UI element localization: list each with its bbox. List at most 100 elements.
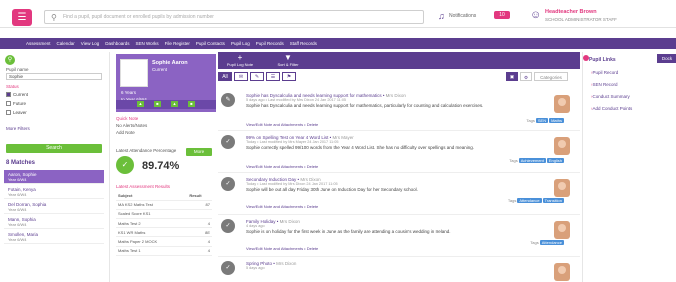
nav-item-pupil-records[interactable]: Pupil Records bbox=[256, 41, 284, 46]
search-input[interactable]: ⚲ Find a pupil, pupil document or enroll… bbox=[44, 10, 424, 24]
avatar bbox=[554, 263, 570, 281]
categories-filter[interactable]: Categories bbox=[534, 72, 568, 81]
tab-flag-icon[interactable]: ⚑ bbox=[282, 72, 296, 81]
item-body: Sophie will be out all day Friday 30th J… bbox=[246, 187, 418, 192]
notification-count-badge[interactable]: 10 bbox=[494, 11, 510, 19]
item-links[interactable]: View/Edit Note and Attachments • Delete bbox=[246, 122, 318, 127]
list-item[interactable]: ✓ Family Holiday • Mrs Dixon 4 days ago … bbox=[218, 216, 580, 257]
item-date: 4 days ago bbox=[246, 224, 265, 228]
list-item[interactable]: ✓ Secondary Induction Day • Mrs Dixon To… bbox=[218, 174, 580, 215]
quick-note-section: Quick Note No Alerts/Notes Add Note bbox=[116, 116, 147, 135]
nav-item-assessment[interactable]: Assessment bbox=[26, 41, 51, 46]
nav-item-view-log[interactable]: View Log bbox=[81, 41, 99, 46]
attendance-more-button[interactable]: More bbox=[186, 148, 212, 156]
table-row[interactable]: MA KS2 Maths Test 87 bbox=[116, 200, 212, 210]
list-item[interactable]: ✎ Sophie has Dyscalculia and needs learn… bbox=[218, 90, 580, 131]
nav-item-sen[interactable]: SEN Works bbox=[135, 41, 158, 46]
item-date: 5 days ago bbox=[246, 266, 265, 270]
grid-view-icon[interactable]: ▣ bbox=[506, 72, 518, 81]
nav-item-staff-records[interactable]: Staff Records bbox=[290, 41, 317, 46]
top-bar: ☰ ⚲ Find a pupil, pupil document or enro… bbox=[0, 0, 676, 28]
pupil-name: Sophie Aaron bbox=[152, 60, 188, 66]
item-links[interactable]: View/Edit Note and Attachments • Delete bbox=[246, 204, 318, 209]
hamburger-icon[interactable]: ☰ bbox=[12, 9, 32, 26]
link-pupil-record[interactable]: Pupil Record bbox=[591, 70, 619, 75]
item-body: Sophie is on holiday for the first week … bbox=[246, 229, 451, 234]
search-button[interactable]: Search bbox=[6, 144, 102, 153]
status-current-checkbox[interactable]: Current bbox=[6, 92, 28, 97]
pupil-search-panel: ⚲ Pupil name Sophie Status Current Futur… bbox=[0, 52, 110, 282]
item-links[interactable]: View/Edit Note and Attachments • Delete bbox=[246, 246, 318, 251]
list-item[interactable]: ✓ Spring Photo • Mrs Dixon 5 days ago bbox=[218, 258, 580, 282]
table-row[interactable]: KS1 WR Maths 8E bbox=[116, 227, 212, 238]
item-tags: Tags SEN Maths bbox=[526, 118, 564, 123]
note-type-icon: ✓ bbox=[221, 177, 235, 191]
attendance-percentage: 89.74% bbox=[142, 160, 180, 172]
match-item[interactable]: Aaron, Sophie Year 6/W4 bbox=[4, 170, 104, 184]
table-row[interactable]: Maths Test 24 bbox=[116, 218, 212, 229]
avatar bbox=[554, 95, 570, 113]
match-item[interactable]: Smollen, Maria Year 6/W4 bbox=[4, 230, 104, 244]
link-sen-record[interactable]: SEN Record bbox=[591, 82, 618, 87]
tag-badge: Achievement bbox=[518, 158, 546, 163]
pupil-links-title: Pupil Links bbox=[589, 57, 616, 63]
dock-button[interactable]: Dock bbox=[657, 54, 676, 63]
nav-item-dashboards[interactable]: Dashboards bbox=[105, 41, 129, 46]
status-future-checkbox[interactable]: Future bbox=[6, 101, 26, 106]
link-add-conduct-points[interactable]: Add Conduct Points bbox=[591, 106, 633, 111]
search-icon: ⚲ bbox=[5, 55, 15, 65]
item-date: 5 days ago • Last modified by Mrs Dixon … bbox=[246, 98, 347, 102]
assessment-col-subject: Subject bbox=[116, 191, 188, 201]
profile-actions: ▲ ■ ▲ ■ bbox=[116, 100, 216, 109]
tab-messages-icon[interactable]: ✉ bbox=[234, 72, 248, 81]
tab-list-icon[interactable]: ☰ bbox=[266, 72, 280, 81]
list-item[interactable]: ✓ 99% on Spelling Test on Year 4 Word Li… bbox=[218, 132, 580, 173]
pupil-log-feed: + Pupil Log Note ▼ Sort & Filter All ✉ ✎ ☰… bbox=[218, 52, 580, 282]
tag-badge: Attendance bbox=[517, 198, 542, 203]
pupil-photo-placeholder-icon bbox=[120, 59, 148, 87]
gear-icon[interactable]: ⚙ bbox=[520, 72, 532, 81]
main-nav: Assessment Calendar View Log Dashboards … bbox=[0, 38, 676, 49]
item-date: Today • Last modified by Mrs Mayer 24 Ja… bbox=[246, 140, 339, 144]
nav-item-calendar[interactable]: Calendar bbox=[57, 41, 75, 46]
user-name[interactable]: Headteacher Brown bbox=[545, 9, 597, 15]
tab-all[interactable]: All bbox=[218, 72, 232, 81]
filter-icon: ▼ bbox=[284, 53, 292, 62]
feed-filter-tabs: All ✉ ✎ ☰ ⚑ bbox=[218, 72, 296, 83]
user-icon[interactable]: ☺ bbox=[530, 9, 541, 21]
matches-title: 8 Matches bbox=[6, 160, 36, 166]
link-conduct-summary[interactable]: Conduct Summary bbox=[591, 94, 630, 99]
sort-filter-button[interactable]: ▼ Sort & Filter bbox=[268, 54, 308, 68]
table-row[interactable]: Maths Paper 2 MOCK 4 bbox=[116, 236, 212, 247]
profile-action-icon[interactable]: ▲ bbox=[171, 101, 178, 107]
match-item[interactable]: Fotain, Kenya Year 6/W4 bbox=[4, 185, 104, 199]
assessment-table: Subject Result MA KS2 Maths Test 87 Scaled… bbox=[116, 191, 212, 256]
nav-item-pupil-log[interactable]: Pupil Log bbox=[231, 41, 250, 46]
item-tags: Tags Attendance bbox=[530, 240, 564, 245]
add-note-link[interactable]: Add Note bbox=[116, 130, 147, 135]
profile-action-icon[interactable]: ▲ bbox=[137, 101, 144, 107]
table-row[interactable]: Maths Test 14 bbox=[116, 246, 212, 256]
match-item[interactable]: Del Dorran, Sophia Year 6/W4 bbox=[4, 200, 104, 214]
item-links[interactable]: View/Edit Note and Attachments • Delete bbox=[246, 164, 318, 169]
profile-action-icon[interactable]: ■ bbox=[188, 101, 195, 107]
match-item[interactable]: Mann, Sophia Year 6/W4 bbox=[4, 215, 104, 229]
pupil-status: Current bbox=[152, 67, 168, 72]
status-leaver-checkbox[interactable]: Leaver bbox=[6, 110, 27, 115]
profile-action-icon[interactable]: ■ bbox=[154, 101, 161, 107]
feed-toolbar: + Pupil Log Note ▼ Sort & Filter bbox=[218, 52, 580, 69]
more-filters-link[interactable]: More Filters bbox=[6, 126, 30, 131]
nav-item-pupil-contacts[interactable]: Pupil Contacts bbox=[196, 41, 225, 46]
assessment-results-title: Latest Assessment Results bbox=[116, 184, 171, 189]
tab-notes-icon[interactable]: ✎ bbox=[250, 72, 264, 81]
pupil-name-input[interactable]: Sophie bbox=[6, 73, 102, 80]
bell-icon[interactable]: ♫ bbox=[438, 11, 445, 21]
notifications-link[interactable]: Notifications bbox=[449, 13, 476, 19]
pupil-name-label: Pupil name bbox=[6, 67, 29, 72]
search-placeholder: Find a pupil, pupil document or enrolled… bbox=[63, 14, 214, 20]
attendance-label: Latest Attendance Percentage bbox=[116, 148, 177, 153]
note-type-icon: ✓ bbox=[221, 261, 235, 275]
nav-item-file-register[interactable]: File Register bbox=[165, 41, 190, 46]
table-row[interactable]: Scaled Score KS1 bbox=[116, 209, 212, 220]
add-log-note-button[interactable]: + Pupil Log Note bbox=[220, 54, 260, 68]
